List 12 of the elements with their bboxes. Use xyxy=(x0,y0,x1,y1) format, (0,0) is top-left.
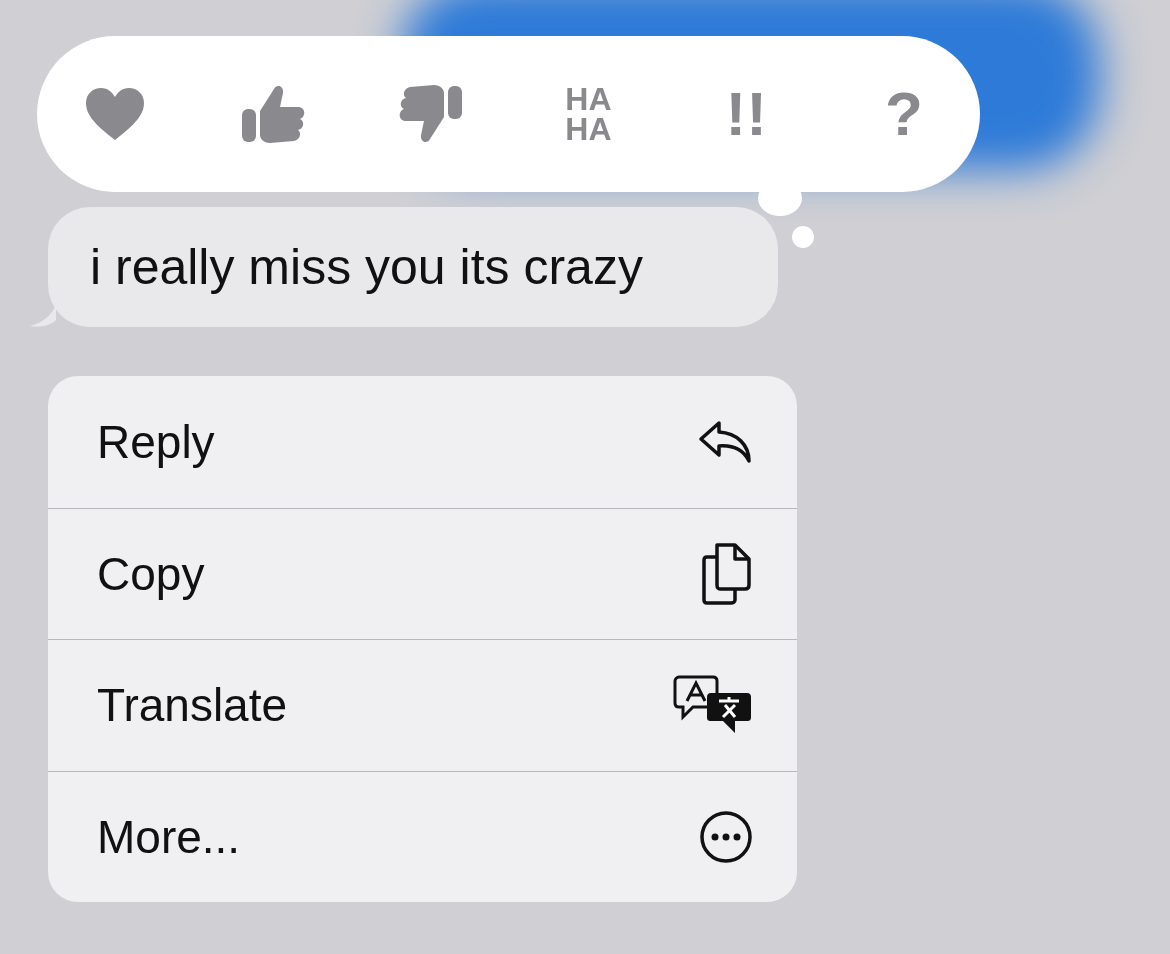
copy-icon xyxy=(701,542,753,605)
menu-item[interactable]: Copy xyxy=(48,507,797,639)
menu-item[interactable]: Reply xyxy=(48,376,797,508)
thumbs-down-icon xyxy=(397,83,464,145)
bubble-tail-icon xyxy=(30,304,56,328)
more-icon xyxy=(699,809,753,864)
heart-icon xyxy=(84,86,146,142)
menu-item[interactable]: Translate xyxy=(48,639,797,771)
thumbs-up-icon xyxy=(239,83,306,145)
thought-dot xyxy=(792,226,814,248)
menu-item[interactable]: More... xyxy=(48,770,797,902)
message-bubble[interactable]: i really miss you its crazy xyxy=(48,207,778,327)
